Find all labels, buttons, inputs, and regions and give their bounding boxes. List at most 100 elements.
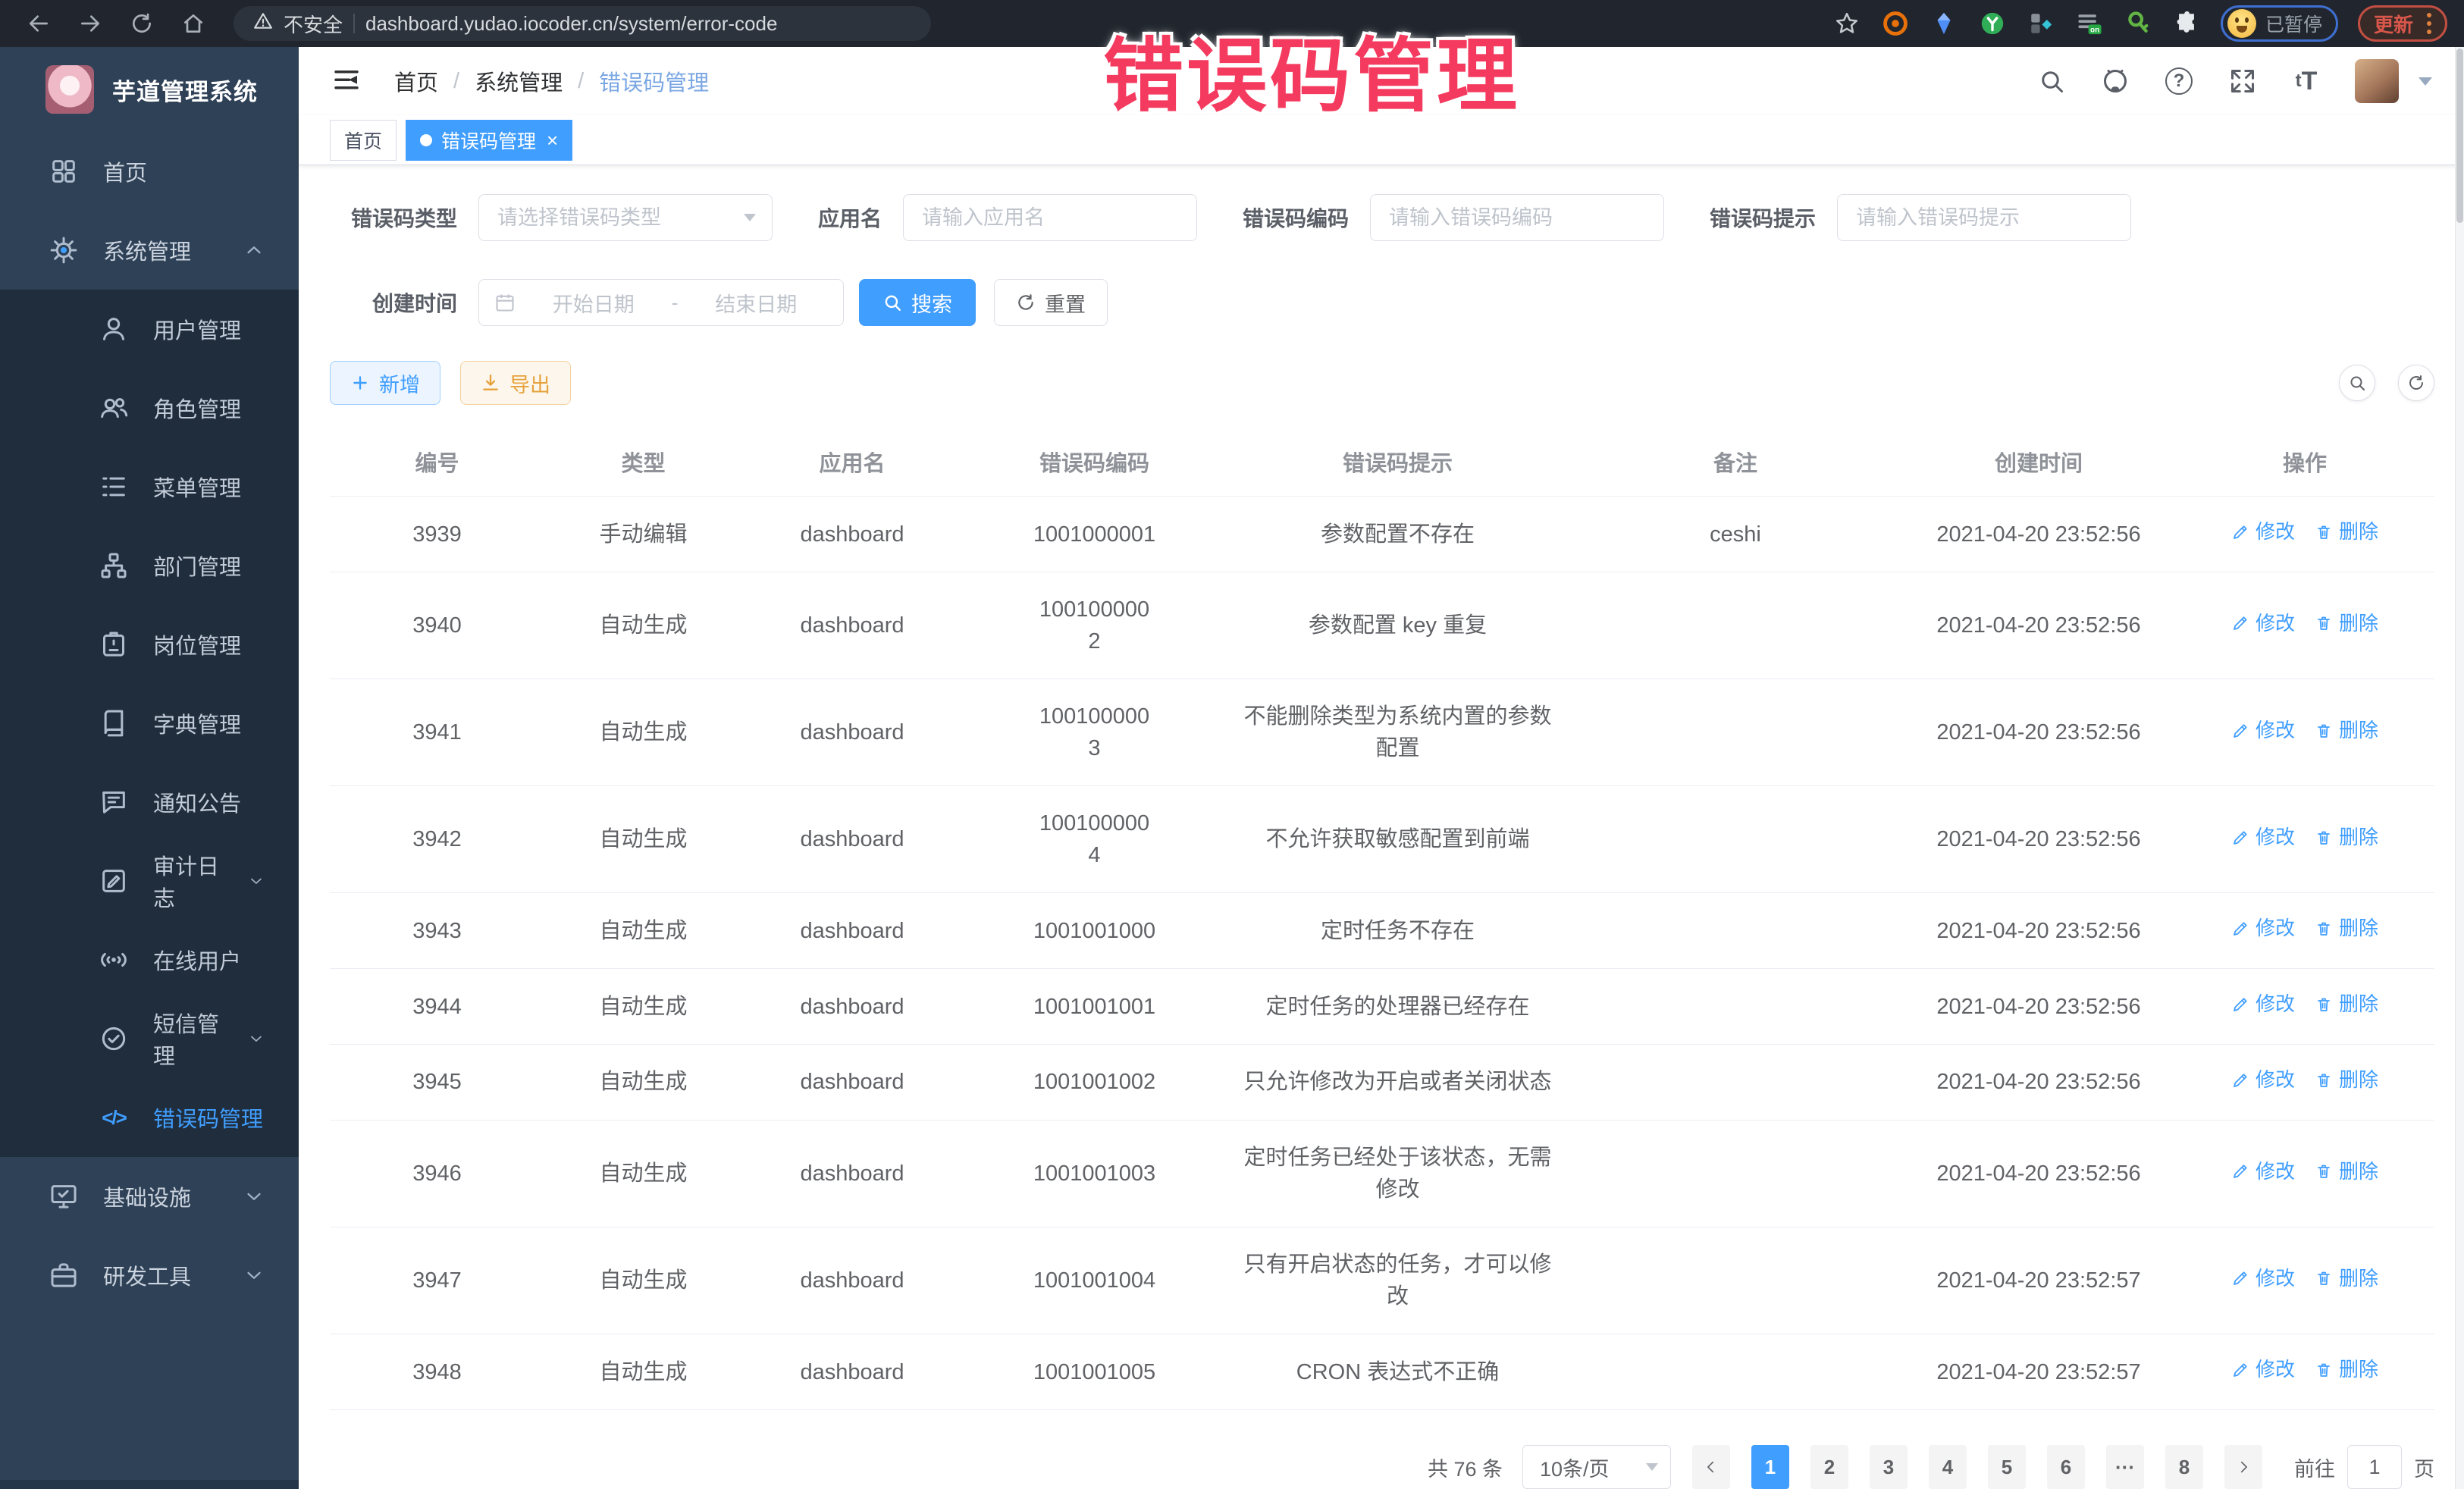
delete-row-button[interactable]: 删除 xyxy=(2315,1356,2378,1384)
breadcrumb-item[interactable]: 系统管理 xyxy=(475,65,563,97)
browser-home-button[interactable] xyxy=(171,7,215,40)
error-hint-input-field[interactable] xyxy=(1837,194,2131,241)
browser-back-button[interactable] xyxy=(17,7,61,40)
page-button-3[interactable]: 3 xyxy=(1870,1445,1908,1489)
edit-row-button[interactable]: 修改 xyxy=(2231,1356,2295,1384)
edit-row-button[interactable]: 修改 xyxy=(2231,823,2295,852)
app-name-input[interactable] xyxy=(903,194,1197,241)
add-button[interactable]: 新增 xyxy=(330,361,440,405)
sidebar-item-2[interactable]: 系统管理 xyxy=(0,211,299,290)
edit-row-button[interactable]: 修改 xyxy=(2231,1158,2295,1186)
extensions-puzzle-icon[interactable] xyxy=(2172,9,2201,38)
extension-orange-icon[interactable] xyxy=(1881,9,1910,38)
fullscreen-icon[interactable] xyxy=(2227,66,2258,96)
help-icon[interactable]: ? xyxy=(2164,66,2194,96)
user-avatar[interactable] xyxy=(2355,59,2399,103)
delete-row-button[interactable]: 删除 xyxy=(2315,1066,2378,1095)
delete-row-button[interactable]: 删除 xyxy=(2315,990,2378,1019)
tag-1[interactable]: 首页 xyxy=(330,120,397,161)
breadcrumb-item[interactable]: 首页 xyxy=(394,65,438,97)
export-button[interactable]: 导出 xyxy=(460,361,571,405)
page-button-5[interactable]: 5 xyxy=(1988,1445,2026,1489)
extension-list-on-icon[interactable]: on xyxy=(2075,9,2104,38)
page-more-button[interactable]: ··· xyxy=(2106,1445,2144,1489)
date-start-placeholder[interactable]: 开始日期 xyxy=(522,288,666,318)
error-type-select-input[interactable] xyxy=(478,194,773,241)
sidebar-item-1[interactable]: 首页 xyxy=(0,132,299,211)
reset-button[interactable]: 重置 xyxy=(994,279,1108,326)
error-type-select[interactable] xyxy=(478,194,773,241)
page-button-4[interactable]: 4 xyxy=(1929,1445,1967,1489)
profile-paused-pill[interactable]: 已暂停 xyxy=(2221,5,2338,42)
delete-row-button[interactable]: 删除 xyxy=(2315,1265,2378,1293)
page-button-6[interactable]: 6 xyxy=(2047,1445,2085,1489)
tag-close-icon[interactable]: × xyxy=(547,130,558,150)
scrollbar-thumb[interactable] xyxy=(2456,49,2463,223)
app-logo-row[interactable]: 芋道管理系统 xyxy=(0,47,299,132)
page-size-select[interactable]: 10条/页 xyxy=(1522,1445,1671,1489)
sidebar-item-10[interactable]: 审计日志 xyxy=(0,842,299,920)
delete-row-button[interactable]: 删除 xyxy=(2315,610,2378,638)
browser-update-button[interactable]: 更新 xyxy=(2358,5,2447,42)
sidebar-item-5[interactable]: 菜单管理 xyxy=(0,447,299,526)
sidebar-item-15[interactable]: 研发工具 xyxy=(0,1236,299,1315)
toggle-search-button[interactable] xyxy=(2339,365,2375,401)
error-hint-input[interactable] xyxy=(1837,194,2131,241)
delete-row-button[interactable]: 删除 xyxy=(2315,518,2378,547)
extension-key-icon[interactable] xyxy=(2124,9,2152,38)
page-button-1[interactable]: 1 xyxy=(1751,1445,1789,1489)
goto-page-input[interactable] xyxy=(2347,1445,2402,1489)
sidebar-item-12[interactable]: 短信管理 xyxy=(0,999,299,1078)
next-page-button[interactable] xyxy=(2224,1445,2262,1489)
error-code-input[interactable] xyxy=(1370,194,1664,241)
page-scrollbar[interactable] xyxy=(2455,47,2464,1489)
date-end-placeholder[interactable]: 结束日期 xyxy=(685,288,829,318)
security-label[interactable]: 不安全 xyxy=(284,10,343,38)
url-text[interactable]: dashboard.yudao.iocoder.cn/system/error-… xyxy=(365,12,777,36)
sidebar-item-13[interactable]: </>错误码管理 xyxy=(0,1078,299,1157)
edit-row-button[interactable]: 修改 xyxy=(2231,990,2295,1019)
edit-row-button[interactable]: 修改 xyxy=(2231,518,2295,547)
edit-row-button[interactable]: 修改 xyxy=(2231,914,2295,943)
sidebar-item-9[interactable]: 通知公告 xyxy=(0,763,299,842)
extension-gem-icon[interactable] xyxy=(1930,9,1958,38)
browser-reload-button[interactable] xyxy=(120,7,164,40)
prev-page-button[interactable] xyxy=(1692,1445,1730,1489)
page-button-2[interactable]: 2 xyxy=(1810,1445,1848,1489)
refresh-table-button[interactable] xyxy=(2398,365,2434,401)
tag-2[interactable]: 错误码管理× xyxy=(406,120,572,161)
sidebar-item-6[interactable]: 部门管理 xyxy=(0,526,299,605)
sidebar-item-7[interactable]: 岗位管理 xyxy=(0,605,299,684)
delete-row-button[interactable]: 删除 xyxy=(2315,823,2378,852)
sidebar-item-3[interactable]: 用户管理 xyxy=(0,290,299,368)
sidebar-item-8[interactable]: 字典管理 xyxy=(0,684,299,763)
breadcrumb-item[interactable]: 错误码管理 xyxy=(599,65,709,97)
sidebar-toggle-icon[interactable] xyxy=(331,65,362,97)
error-code-input-field[interactable] xyxy=(1370,194,1664,241)
delete-row-button[interactable]: 删除 xyxy=(2315,716,2378,745)
edit-row-button[interactable]: 修改 xyxy=(2231,1066,2295,1095)
extension-grid-icon[interactable] xyxy=(2027,9,2055,38)
bookmark-star-icon[interactable] xyxy=(1832,9,1861,38)
extension-green-y-icon[interactable] xyxy=(1978,9,2007,38)
edit-row-button[interactable]: 修改 xyxy=(2231,1265,2295,1293)
sidebar-item-14[interactable]: 基础设施 xyxy=(0,1157,299,1236)
sidebar-item-11[interactable]: 在线用户 xyxy=(0,920,299,999)
sidebar-item-4[interactable]: 角色管理 xyxy=(0,368,299,447)
edit-row-button[interactable]: 修改 xyxy=(2231,716,2295,745)
edit-row-button[interactable]: 修改 xyxy=(2231,610,2295,638)
app-name-input-field[interactable] xyxy=(903,194,1197,241)
address-bar[interactable]: 不安全 dashboard.yudao.iocoder.cn/system/er… xyxy=(234,6,931,41)
font-size-icon[interactable]: tT xyxy=(2291,66,2321,96)
page-button-8[interactable]: 8 xyxy=(2165,1445,2203,1489)
browser-menu-kebab-icon[interactable] xyxy=(2427,13,2431,34)
delete-row-button[interactable]: 删除 xyxy=(2315,1158,2378,1186)
search-icon[interactable] xyxy=(2036,66,2067,96)
github-icon[interactable] xyxy=(2100,66,2130,96)
delete-row-button[interactable]: 删除 xyxy=(2315,914,2378,943)
cell-app: dashboard xyxy=(742,1334,962,1410)
avatar-caret-down-icon[interactable] xyxy=(2419,77,2432,86)
browser-forward-button[interactable] xyxy=(68,7,112,40)
search-button[interactable]: 搜索 xyxy=(859,279,976,326)
create-time-range-picker[interactable]: 开始日期 - 结束日期 xyxy=(478,279,844,326)
